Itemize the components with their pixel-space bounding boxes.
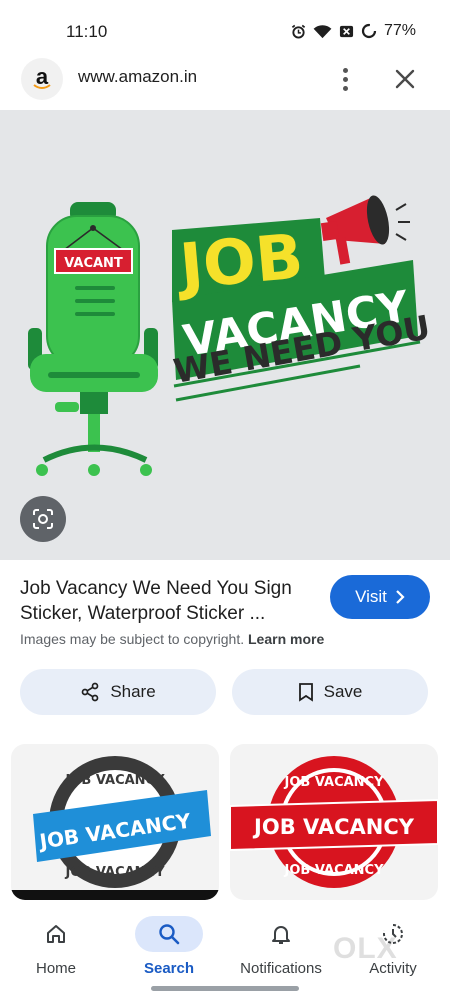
site-favicon: a: [21, 58, 63, 100]
job-vacancy-stamp-blue: JOB VACANCY JOB VACANCY JOB VACANCY: [11, 756, 219, 900]
nav-home-label: Home: [35, 960, 76, 977]
learn-more-link[interactable]: Learn more: [248, 631, 324, 647]
browser-url-bar: a www.amazon.in: [0, 52, 450, 106]
stamp-2-top-text: JOB VACANCY: [284, 775, 385, 790]
search-icon: [159, 924, 180, 945]
job-vacancy-stamp-red: JOB VACANCY JOB VACANCY JOB VACANCY: [230, 756, 438, 888]
chair-graphic: [28, 202, 158, 476]
job-vacancy-illustration: VACANT JOB VACANCY WE NEED YOU: [28, 195, 433, 476]
related-image-1[interactable]: JOB VACANCY JOB VACANCY JOB VACANCY: [11, 744, 219, 900]
hero-image[interactable]: VACANT JOB VACANCY WE NEED YOU: [0, 110, 450, 560]
related-image-2[interactable]: JOB VACANCY JOB VACANCY JOB VACANCY: [230, 744, 438, 900]
status-icons: 77%: [291, 22, 416, 40]
bell-icon: [272, 926, 290, 944]
vacant-sign-text: VACANT: [64, 256, 123, 271]
save-label: Save: [323, 682, 363, 701]
copyright-text: Images may be subject to copyright.: [20, 631, 245, 647]
result-title[interactable]: Job Vacancy We Need You Sign Sticker, Wa…: [20, 576, 320, 626]
visit-button[interactable]: Visit: [330, 575, 430, 619]
status-time: 11:10: [66, 22, 108, 41]
close-box-icon: [339, 25, 354, 37]
copyright-note: Images may be subject to copyright. Lear…: [20, 631, 324, 647]
nav-search[interactable]: Search: [113, 908, 225, 988]
stamp-1-bottom-text: JOB VACANCY: [65, 865, 166, 880]
battery-percentage: 77%: [383, 22, 416, 39]
url-text[interactable]: www.amazon.in: [78, 67, 197, 87]
nav-home[interactable]: Home: [0, 908, 112, 988]
status-bar: 11:10 77%: [0, 0, 450, 52]
lens-icon[interactable]: [20, 496, 66, 542]
chevron-right-icon: [396, 590, 405, 604]
olx-watermark: OLX: [333, 932, 398, 965]
nav-search-label: Search: [143, 960, 195, 977]
stamp-2-banner-text: JOB VACANCY: [252, 815, 415, 839]
stamp-1-top-text: JOB VACANCY: [65, 773, 166, 788]
more-vert-icon[interactable]: [332, 62, 358, 96]
wifi-icon: [313, 24, 332, 38]
save-button[interactable]: Save: [232, 669, 428, 715]
close-icon[interactable]: [390, 64, 420, 94]
battery-ring-icon: [361, 23, 377, 39]
share-button[interactable]: Share: [20, 669, 216, 715]
nav-notifications[interactable]: Notifications: [225, 908, 337, 988]
home-icon: [47, 925, 65, 943]
nav-notifications-label: Notifications: [240, 960, 322, 977]
bookmark-icon: [298, 683, 313, 702]
gesture-home-indicator[interactable]: [151, 986, 299, 991]
stamp-2-bottom-text: JOB VACANCY: [284, 863, 385, 878]
alarm-icon: [291, 24, 306, 39]
amazon-smile-icon: [33, 84, 51, 89]
visit-button-label: Visit: [355, 587, 387, 606]
megaphone-icon: [320, 195, 410, 265]
share-label: Share: [110, 682, 156, 701]
headline-job: JOB: [173, 219, 306, 303]
share-icon: [81, 682, 99, 702]
